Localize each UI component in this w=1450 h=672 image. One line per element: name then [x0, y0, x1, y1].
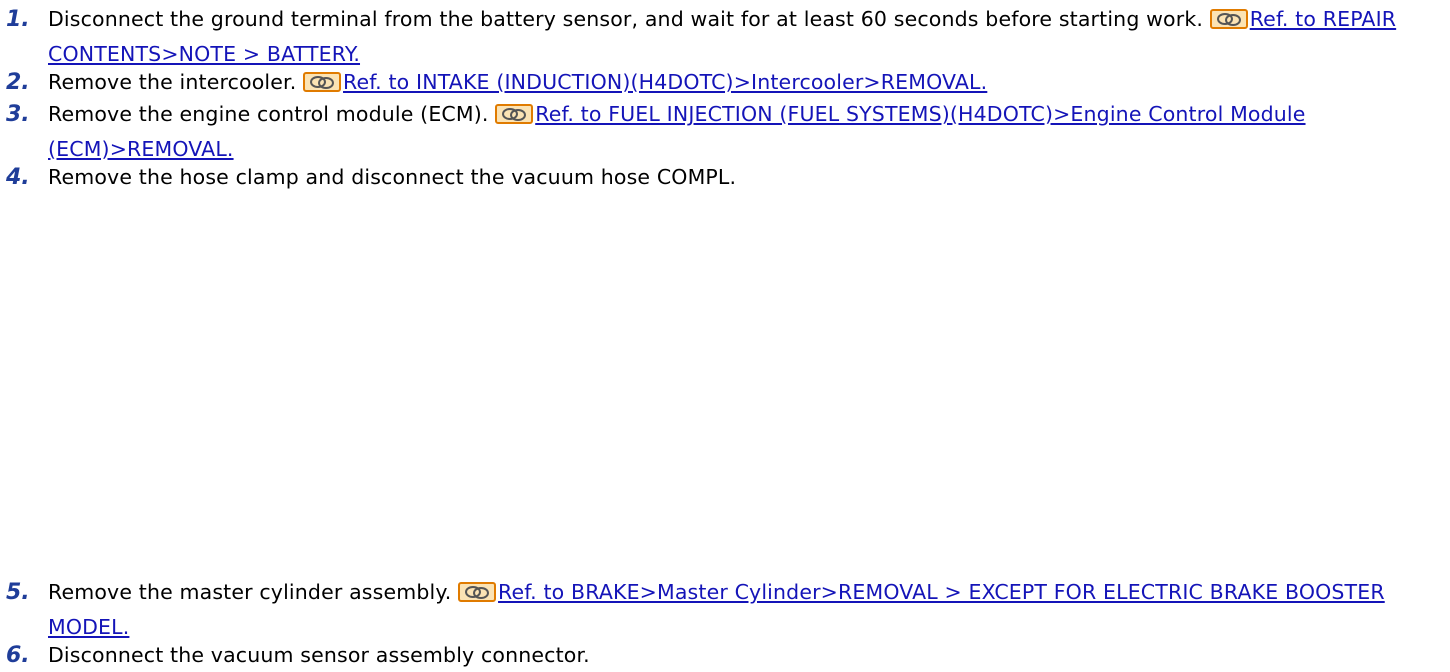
step-text-block: Disconnect the vacuum sensor assembly co… [48, 640, 1444, 672]
step-number: 6. [6, 643, 30, 668]
step-text-block: Remove the hose clamp and disconnect the… [48, 162, 1444, 194]
reference-link[interactable]: Ref. to INTAKE (INDUCTION)(H4DOTC)>Inter… [343, 70, 987, 94]
link-reference-icon[interactable] [458, 580, 497, 612]
step-number: 4. [6, 165, 30, 190]
step-number: 2. [6, 70, 30, 95]
step-text: Disconnect the vacuum sensor assembly co… [48, 643, 590, 667]
step-text-block: Remove the master cylinder assembly. Ref… [48, 577, 1444, 643]
step-number: 3. [6, 102, 30, 127]
step-text: Remove the hose clamp and disconnect the… [48, 165, 737, 189]
step-text-block: Disconnect the ground terminal from the … [48, 4, 1444, 70]
link-reference-icon[interactable] [495, 102, 534, 134]
step-number: 1. [6, 7, 30, 32]
step-text: Remove the master cylinder assembly. [48, 580, 452, 604]
step-text-block: Remove the engine control module (ECM). … [48, 99, 1444, 165]
link-reference-icon[interactable] [303, 70, 342, 102]
step-text: Remove the intercooler. [48, 70, 297, 94]
step-text: Remove the engine control module (ECM). [48, 102, 489, 126]
step-number: 5. [6, 580, 30, 605]
link-reference-icon[interactable] [1209, 7, 1248, 39]
step-text: Disconnect the ground terminal from the … [48, 7, 1204, 31]
step-text-block: Remove the intercooler. Ref. to INTAKE (… [48, 67, 1444, 102]
